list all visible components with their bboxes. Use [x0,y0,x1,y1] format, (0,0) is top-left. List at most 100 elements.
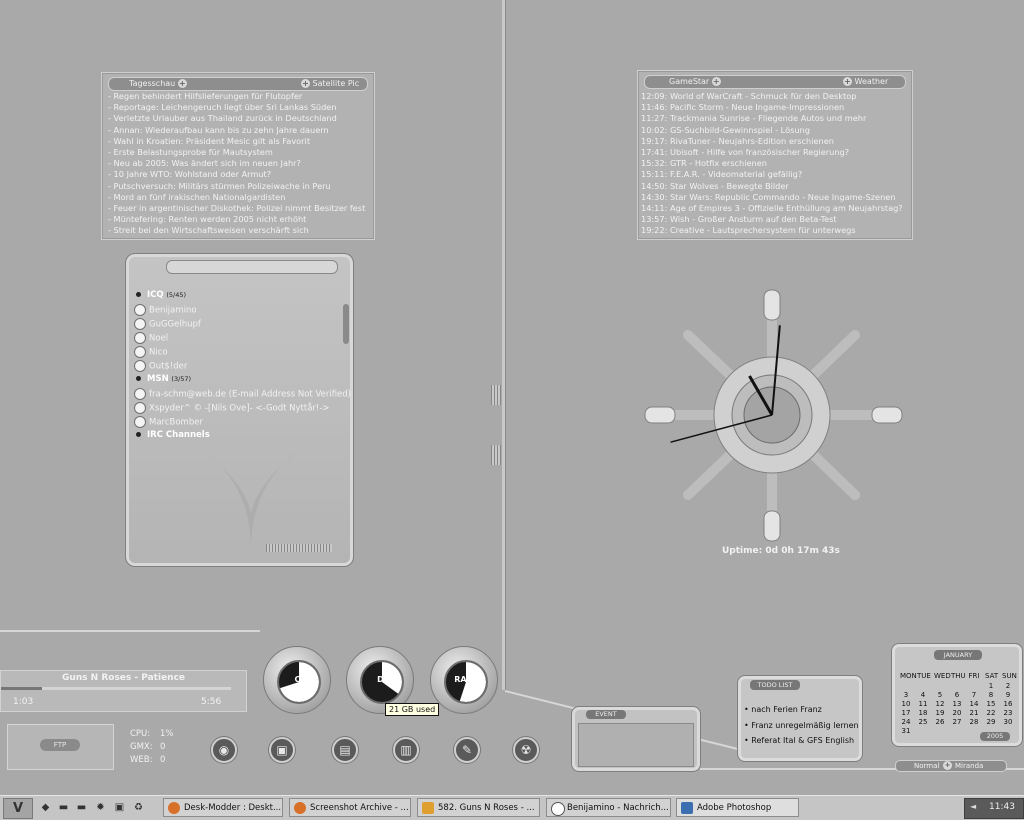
floppy-icon[interactable]: ▤ [332,737,358,763]
news-item[interactable]: - 10 Jahre WTO: Wohlstand oder Armut? [108,169,370,180]
group-msn[interactable]: MSN (3/57) [134,374,191,384]
calendar-day[interactable]: 29 [985,718,997,726]
group-icq[interactable]: ICQ (5/45) [134,290,186,300]
calendar-day[interactable]: 25 [917,718,929,726]
contact-item[interactable]: Noel [134,332,168,344]
calendar-day[interactable]: 16 [1002,700,1014,708]
todo-item[interactable]: • Franz unregelmäßig lernen [744,718,859,734]
settings-icon[interactable]: ✹ [95,802,106,813]
task-button[interactable]: Benijamino - Nachrich... [546,798,671,817]
radiation-icon[interactable]: ☢ [513,737,539,763]
task-button[interactable]: Screenshot Archive - ... [289,798,411,817]
calendar-day[interactable]: 1 [985,682,997,690]
quicklaunch-icon[interactable]: ▬ [58,802,69,813]
show-desktop-icon[interactable]: ◆ [40,802,51,813]
group-irc[interactable]: IRC Channels [134,430,210,440]
calendar-day[interactable]: 13 [951,700,963,708]
tray-expand-icon[interactable]: ◄ [970,802,976,811]
ftp-logo-box[interactable]: FTP [7,724,114,770]
calendar-day[interactable]: 18 [917,709,929,717]
contact-item[interactable]: MarcBomber [134,416,203,428]
contact-item[interactable]: fra-schm@web.de (E-mail Address Not Veri… [134,388,351,400]
calendar-day[interactable]: 21 [968,709,980,717]
cd-icon[interactable]: ◉ [211,737,237,763]
calendar-day[interactable]: 31 [900,727,912,735]
calendar-day[interactable]: 3 [900,691,912,699]
contact-item[interactable]: Out$!der [134,360,187,372]
gamestar-item[interactable]: 12:09: World of WarCraft - Schmuck für d… [641,91,909,102]
calendar-day[interactable]: 27 [951,718,963,726]
calendar-day[interactable]: 17 [900,709,912,717]
gamestar-item[interactable]: 10:02: GS-Suchbild-Gewinnspiel - Lösung [641,125,909,136]
todo-item[interactable]: • nach Ferien Franz [744,702,859,718]
calendar-day[interactable]: 30 [1002,718,1014,726]
gamestar-item[interactable]: 13:57: Wish - Großer Ansturm auf den Bet… [641,214,909,225]
start-button[interactable]: V [3,798,33,819]
quicklaunch-icon[interactable]: ▬ [76,802,87,813]
calendar-day[interactable]: 19 [934,709,946,717]
news-item[interactable]: - Erste Belastungsprobe für Mautsystem [108,147,370,158]
calendar-day[interactable]: 23 [1002,709,1014,717]
drive-gauge-c[interactable]: C: [263,646,331,714]
news-item[interactable]: - Streit bei den Wirtschaftsweisen versc… [108,225,370,236]
media-icon[interactable]: ▣ [114,802,125,813]
miranda-status-bar[interactable]: Normal + Miranda [895,760,1007,772]
news-item[interactable]: - Regen behindert Hilfslieferungen für F… [108,91,370,102]
calendar-day[interactable]: 20 [951,709,963,717]
track-progress-bar[interactable] [1,687,231,690]
box-icon[interactable]: ▣ [269,737,295,763]
calendar-day[interactable]: 7 [968,691,980,699]
calendar-day[interactable]: 22 [985,709,997,717]
gamestar-item[interactable]: 14:50: Star Wolves - Bewegte Bilder [641,181,909,192]
contact-item[interactable]: Benijamino [134,304,197,316]
calendar-day[interactable]: 8 [985,691,997,699]
trash-icon[interactable]: ▥ [393,737,419,763]
gamestar-item[interactable]: 17:41: Ubisoft - Hilfe von französischer… [641,147,909,158]
calendar-day[interactable]: 5 [934,691,946,699]
contact-item[interactable]: GuGGelhupf [134,318,201,330]
news-item[interactable]: - Verletzte Urlauber aus Thailand zurück… [108,113,370,124]
news-item[interactable]: - Feuer in argentinischer Diskothek: Pol… [108,203,370,214]
contact-list-titlebar[interactable] [166,260,338,274]
todo-item[interactable]: • Referat Ital & GFS English [744,733,859,749]
calendar-day[interactable]: 15 [985,700,997,708]
gamestar-item[interactable]: 19:22: Creative - Lautsprechersystem für… [641,225,909,236]
gamestar-item[interactable]: 14:11: Age of Empires 3 - Offizielle Ent… [641,203,909,214]
news-item[interactable]: - Reportage: Leichengeruch liegt über Sr… [108,102,370,113]
calendar-day[interactable]: 10 [900,700,912,708]
gamestar-item[interactable]: 19:17: RivaTuner - Neujahrs-Edition ersc… [641,136,909,147]
calendar-day[interactable]: 28 [968,718,980,726]
calendar-day[interactable]: 14 [968,700,980,708]
pen-icon[interactable]: ✎ [454,737,480,763]
drive-gauge-ram[interactable]: RAM: [430,646,498,714]
task-button[interactable]: 582. Guns N Roses - ... [417,798,540,817]
contact-item[interactable]: Nico [134,346,168,358]
news-item[interactable]: - Mord an fünf irakischen Nationalgardis… [108,192,370,203]
calendar-day[interactable]: 9 [1002,691,1014,699]
calendar-day[interactable]: 11 [917,700,929,708]
calendar-day[interactable]: 2 [1002,682,1014,690]
contact-item[interactable]: Xspyder^ © -[Nils Ove]- <-Godt Nyttår!-> [134,402,330,414]
task-button[interactable]: Desk-Modder : Deskt... [163,798,283,817]
task-button[interactable]: Adobe Photoshop [676,798,799,817]
news-item[interactable]: - Neu ab 2005: Was ändert sich im neuen … [108,158,370,169]
news-item[interactable]: - Müntefering: Renten werden 2005 nicht … [108,214,370,225]
news-item[interactable]: - Wahl in Kroatien: Präsident Mesic gilt… [108,136,370,147]
calendar-day[interactable]: 6 [951,691,963,699]
gamestar-item[interactable]: 15:32: GTR - Hotfix erschienen [641,158,909,169]
calendar-day[interactable]: 12 [934,700,946,708]
news-item[interactable]: - Annan: Wiederaufbau kann bis zu zehn J… [108,125,370,136]
calendar-day[interactable]: 26 [934,718,946,726]
tab-satellite-pic[interactable]: + Satellite Pic [301,79,359,88]
calendar-day[interactable]: 4 [917,691,929,699]
recycle-icon[interactable]: ♻ [133,802,144,813]
gamestar-item[interactable]: 11:27: Trackmania Sunrise - Fliegende Au… [641,113,909,124]
gamestar-item[interactable]: 15:11: F.E.A.R. - Videomaterial gefällig… [641,169,909,180]
taskbar-clock[interactable]: 11:43 [989,802,1015,812]
tab-tagesschau[interactable]: Tagesschau + [129,79,187,88]
tab-weather[interactable]: + Weather [843,77,888,86]
gamestar-item[interactable]: 11:46: Pacific Storm - Neue Ingame-Impre… [641,102,909,113]
gamestar-item[interactable]: 14:30: Star Wars: Republic Commando - Ne… [641,192,909,203]
contact-list-scroll-handle[interactable] [343,304,349,344]
tab-gamestar[interactable]: GameStar + [669,77,721,86]
